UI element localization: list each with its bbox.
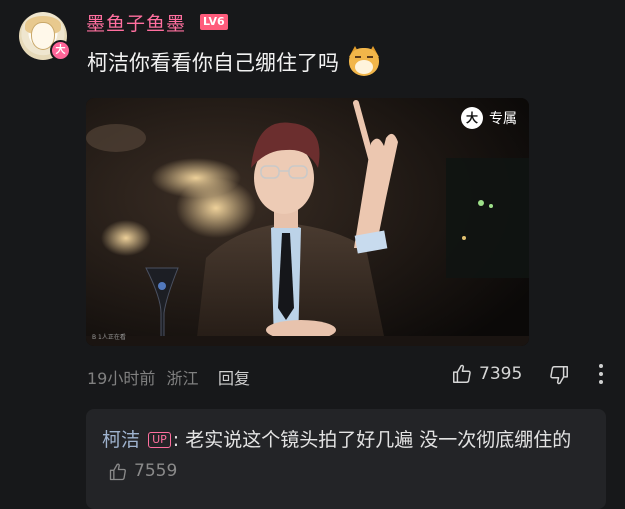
photo-scene [86, 98, 529, 346]
exclusive-badge-icon: 大 [461, 107, 483, 129]
reply-text: 老实说这个镜头拍了好几遍 没一次彻底绷住的 [179, 429, 572, 451]
comment-image[interactable]: 大 专属 B 1人正在看 [86, 98, 529, 346]
reply-content: 柯洁 UP: 老实说这个镜头拍了好几遍 没一次彻底绷住的 7559 [102, 425, 602, 487]
thumbs-up-icon [453, 364, 471, 383]
more-vertical-icon[interactable] [596, 364, 606, 386]
comment-time: 19小时前 [87, 369, 156, 388]
username[interactable]: 墨鱼子鱼墨 [86, 9, 186, 36]
level-badge: LV6 [200, 14, 228, 30]
comment-text: 柯洁你看看你自己绷住了吗 [87, 46, 381, 78]
exclusive-badge-label: 专属 [489, 111, 517, 127]
like-count: 7395 [479, 364, 523, 384]
doge-emoji [347, 46, 381, 78]
dislike-button[interactable] [548, 364, 570, 390]
thumbs-up-icon [109, 463, 126, 480]
comment-meta: 19小时前 浙江 [87, 365, 198, 389]
reply-like-count: 7559 [134, 461, 178, 481]
avatar-badge: 大 [50, 40, 71, 61]
exclusive-badge: 大 专属 [461, 107, 517, 129]
reply-username[interactable]: 柯洁 [102, 429, 140, 451]
up-tag: UP [148, 432, 171, 448]
comment-location: 浙江 [166, 369, 199, 388]
image-watermark: B 1人正在看 [92, 334, 126, 341]
comment-body: 柯洁你看看你自己绷住了吗 [87, 51, 339, 75]
reply-preview[interactable]: 柯洁 UP: 老实说这个镜头拍了好几遍 没一次彻底绷住的 7559 [86, 409, 606, 509]
reply-like-button[interactable]: 7559 [108, 456, 177, 487]
thumbs-down-icon [550, 366, 568, 385]
reply-button[interactable]: 回复 [218, 365, 250, 389]
like-button[interactable]: 7395 [451, 363, 522, 385]
